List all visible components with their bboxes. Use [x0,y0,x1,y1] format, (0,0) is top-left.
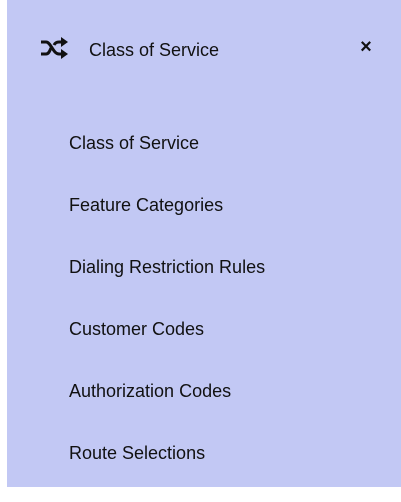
menu-item-customer-codes[interactable]: Customer Codes [69,316,265,378]
menu-item-label: Feature Categories [69,195,224,215]
menu-item-dialing-restriction-rules[interactable]: Dialing Restriction Rules [69,254,265,316]
navigation-panel: Class of Service × Class of Service Feat… [7,0,401,487]
menu-item-feature-categories[interactable]: Feature Categories [69,192,265,254]
menu-item-route-selections[interactable]: Route Selections [69,440,265,502]
panel-header: Class of Service × [7,0,401,100]
menu-item-class-of-service[interactable]: Class of Service [69,130,265,192]
menu-item-label: Class of Service [69,133,200,153]
menu-item-authorization-codes[interactable]: Authorization Codes [69,378,265,440]
shuffle-icon [40,37,68,59]
menu-item-label: Authorization Codes [69,381,232,401]
close-icon[interactable]: × [357,36,375,58]
menu-list: Class of Service Feature Categories Dial… [69,130,265,502]
menu-item-label: Route Selections [69,443,206,463]
menu-item-label: Dialing Restriction Rules [69,257,266,277]
panel-title: Class of Service [89,40,220,60]
menu-item-label: Customer Codes [69,319,205,339]
